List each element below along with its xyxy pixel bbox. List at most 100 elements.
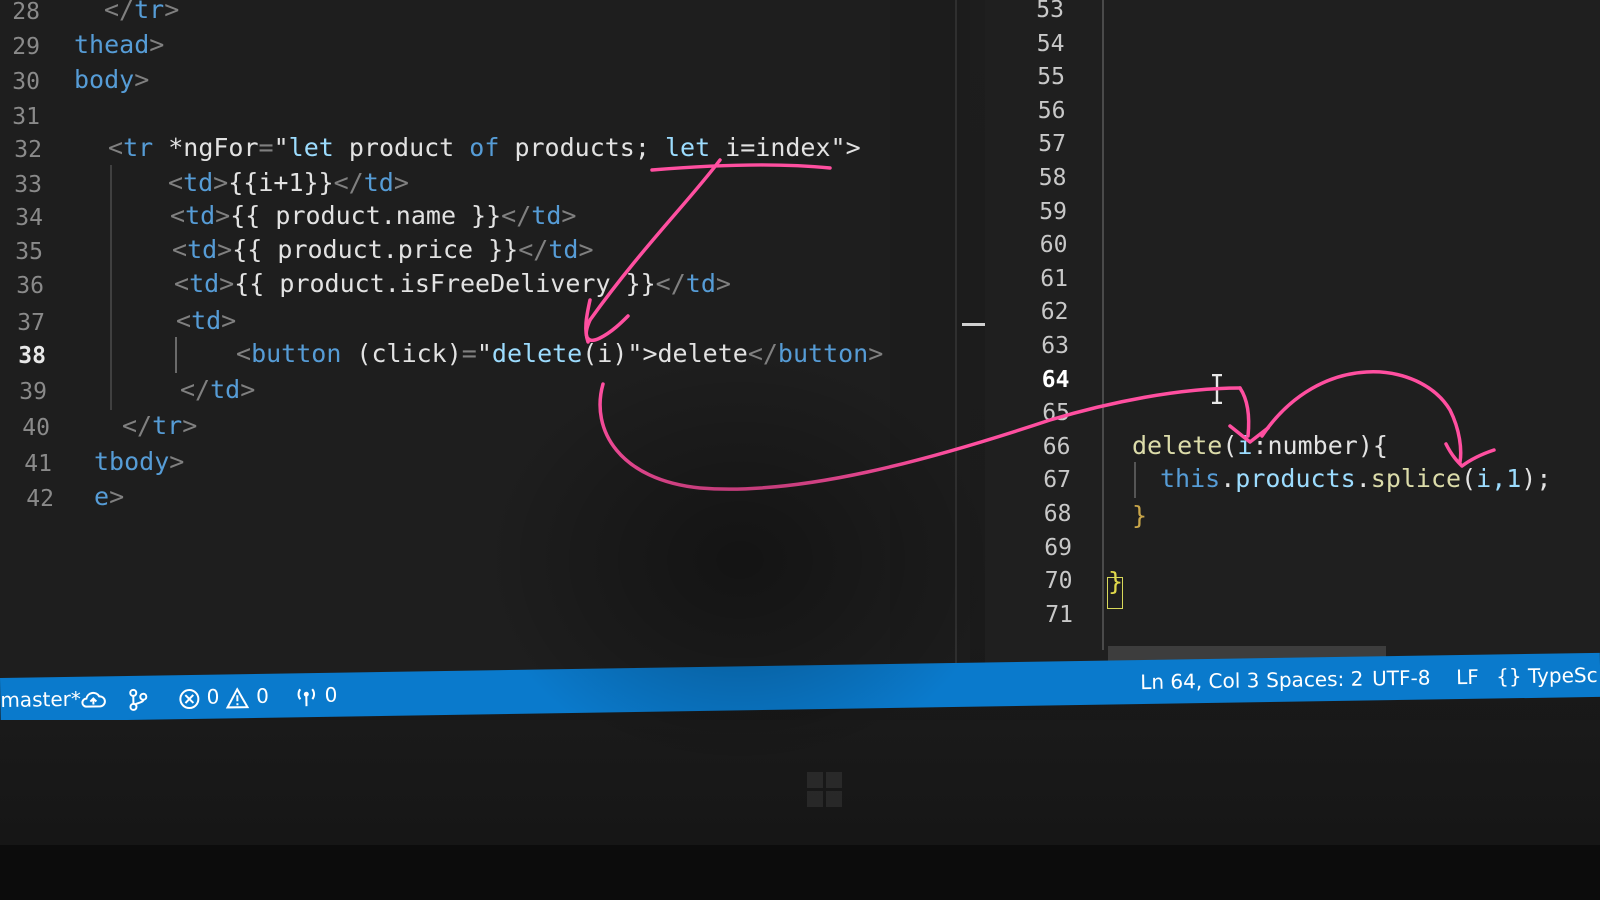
branch-indicator[interactable]: master* (0, 687, 81, 712)
code-line-37[interactable]: <td> (176, 305, 236, 337)
code-token: > (578, 235, 594, 264)
code-token: td (363, 168, 394, 197)
problems-indicator[interactable]: 0 0 (178, 684, 269, 710)
paren-close: ); (1521, 464, 1552, 493)
code-token: > (219, 269, 235, 298)
code-line-66[interactable]: delete(i:number){ (1132, 430, 1388, 462)
code-token: > (217, 235, 233, 264)
source-control-icon[interactable] (126, 686, 150, 712)
code-token: </ (180, 375, 211, 404)
paren-open: ( (1222, 431, 1238, 460)
code-token: tbody (94, 447, 170, 476)
code-token: > (149, 30, 165, 59)
line-number: 54 (1036, 30, 1065, 57)
line-number: 65 (1042, 400, 1070, 427)
code-line-67[interactable]: this.products.splice(i,1); (1160, 463, 1551, 495)
code-token: button (251, 339, 342, 368)
code-line-34[interactable]: <td>{{ product.name }}</td> (170, 200, 576, 232)
method-name: delete (1132, 431, 1223, 460)
code-token: *ngFor (153, 133, 259, 162)
line-number: 28 (12, 0, 40, 25)
code-line-30[interactable]: body> (74, 64, 149, 96)
indentation-setting[interactable]: Spaces: 2 (1266, 667, 1364, 693)
line-number: 30 (12, 69, 40, 95)
error-count: 0 (206, 684, 220, 709)
code-token: products; (499, 133, 665, 162)
warning-icon (226, 686, 250, 708)
line-number: 56 (1037, 97, 1066, 124)
line-number: 67 (1043, 467, 1071, 494)
line-number: 66 (1042, 433, 1071, 460)
code-token: > (109, 482, 125, 511)
code-line-40[interactable]: </tr> (122, 410, 197, 442)
code-token: > (164, 0, 180, 24)
code-token: td (191, 306, 222, 335)
code-token: td (183, 168, 214, 197)
code-token: td (531, 201, 562, 230)
code-token: of (469, 133, 500, 162)
line-number: 69 (1044, 534, 1072, 561)
code-line-32[interactable]: <tr *ngFor="let product of products; let… (108, 132, 861, 164)
line-number: 31 (12, 104, 40, 130)
right-editor-pane[interactable] (985, 0, 1600, 670)
code-line-39[interactable]: </td> (180, 374, 255, 406)
language-mode[interactable]: {} TypeSc (1496, 663, 1598, 689)
code-line-42[interactable]: e> (94, 481, 124, 513)
windows-logo-icon (807, 772, 842, 807)
code-token: td (189, 269, 220, 298)
code-line-36[interactable]: <td>{{ product.isFreeDelivery }}</td> (174, 268, 731, 300)
code-token: </ (104, 0, 135, 24)
code-line-41[interactable]: tbody> (94, 446, 184, 478)
code-token: </ (501, 201, 532, 230)
scrollbar-thumb[interactable] (962, 323, 986, 326)
code-line-35[interactable]: <td>{{ product.price }}</td> (172, 234, 594, 266)
products-prop: products (1235, 464, 1356, 493)
code-token: </ (518, 235, 549, 264)
ports-indicator[interactable]: 0 (294, 683, 338, 708)
code-line-33[interactable]: <td>{{i+1}}</td> (168, 167, 409, 199)
encoding-setting[interactable]: UTF-8 (1372, 666, 1431, 691)
line-number: 64 (1041, 366, 1070, 393)
line-number: 36 (16, 273, 44, 299)
code-token: > (221, 306, 237, 335)
indent-guide (1102, 0, 1104, 650)
code-token: > (182, 411, 198, 440)
code-line-29[interactable]: thead> (74, 29, 164, 61)
code-token: {{i+1}} (228, 168, 334, 197)
code-token: {{ product.price }} (232, 235, 519, 264)
code-token: let (288, 133, 334, 162)
code-token: body (74, 65, 135, 94)
code-token: let (664, 133, 711, 162)
type-separator: : (1252, 431, 1268, 460)
line-number: 29 (12, 34, 40, 60)
code-token: product (333, 133, 470, 162)
code-token: tr (134, 0, 165, 24)
code-token: i=index"> (710, 133, 861, 162)
line-number: 33 (14, 172, 42, 198)
code-line-28[interactable]: </tr> (104, 0, 179, 26)
line-number: 63 (1041, 333, 1069, 359)
line-number: 57 (1038, 131, 1066, 158)
code-token: {{ product.name }} (230, 201, 502, 230)
code-token: > (215, 201, 231, 230)
code-token: tr (152, 411, 183, 440)
code-token: " (273, 133, 289, 162)
line-number: 42 (26, 486, 54, 512)
text-cursor-icon (1212, 374, 1222, 404)
line-number: 35 (15, 239, 43, 265)
line-number: 60 (1039, 232, 1068, 259)
eol-setting[interactable]: LF (1456, 665, 1479, 689)
warning-count: 0 (255, 683, 270, 708)
code-token: < (236, 339, 252, 368)
cursor-position[interactable]: Ln 64, Col 3 (1140, 668, 1260, 694)
code-line-68[interactable]: } (1132, 500, 1147, 532)
code-token: > (240, 375, 256, 404)
sync-icon[interactable] (80, 686, 106, 711)
line-number: 38 (18, 343, 46, 369)
code-token: td (685, 269, 716, 298)
code-token: td (187, 235, 218, 264)
screen-reflection (480, 350, 1000, 770)
line-number: 53 (1036, 0, 1064, 23)
line-number: 37 (17, 310, 45, 336)
line-number: 59 (1039, 198, 1067, 225)
